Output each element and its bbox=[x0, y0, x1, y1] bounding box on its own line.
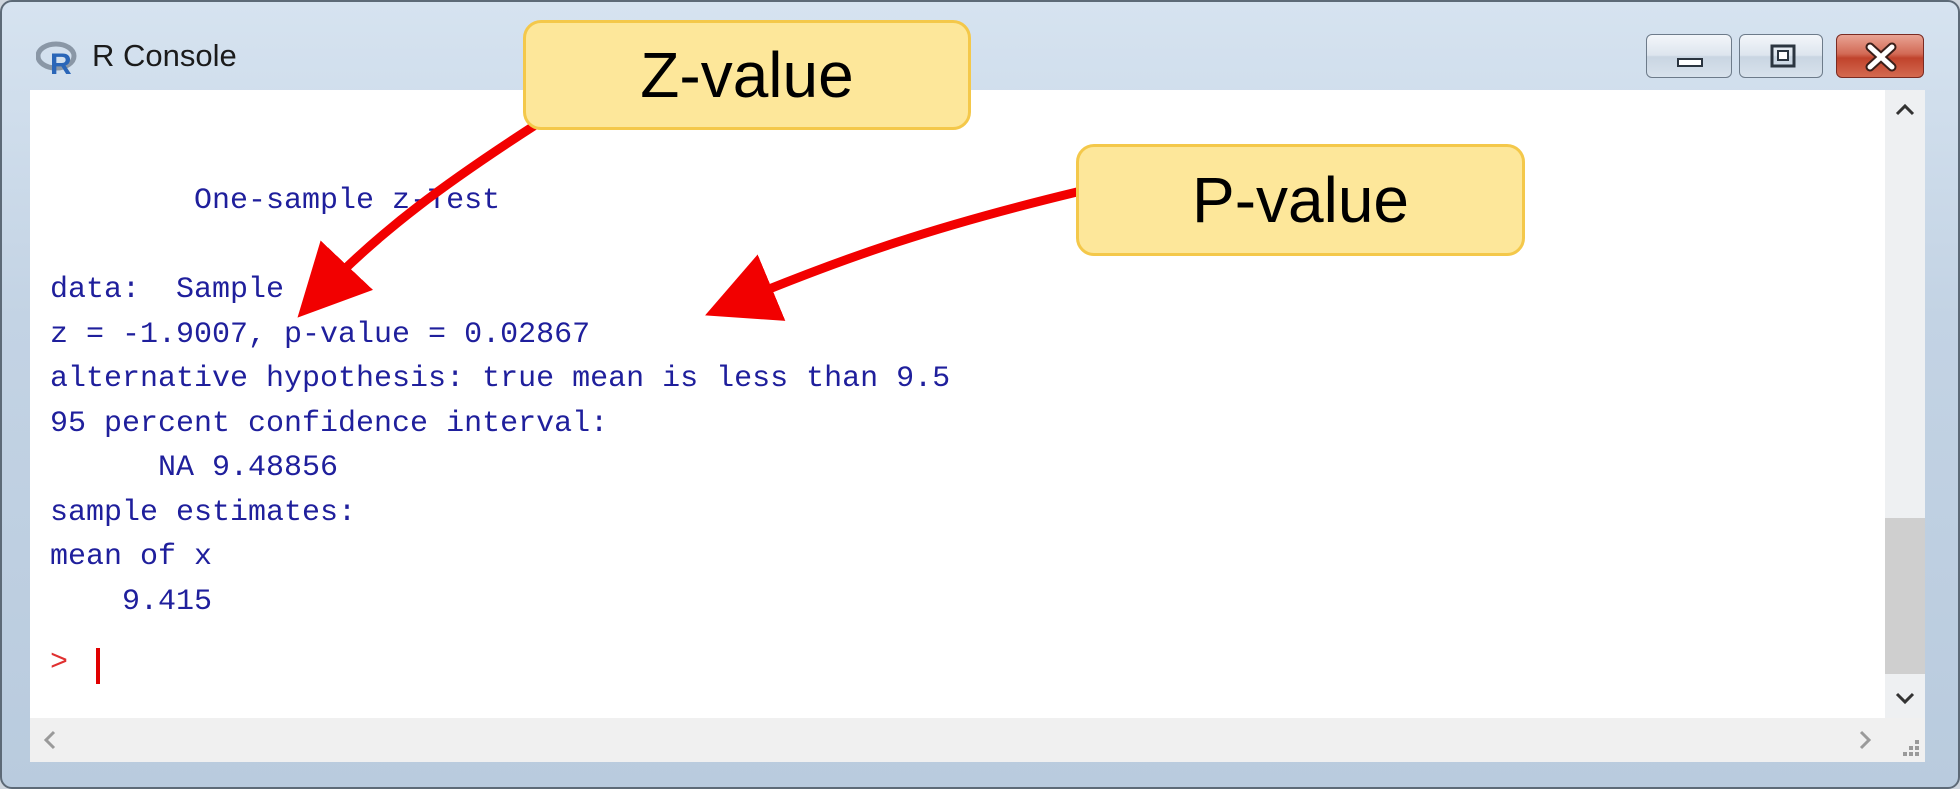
horizontal-scrollbar[interactable] bbox=[30, 718, 1925, 762]
console-output: One-sample z-Test data: Sample z = -1.90… bbox=[50, 90, 950, 624]
console-line-mean-label: mean of x bbox=[50, 540, 213, 574]
vertical-scrollbar[interactable] bbox=[1885, 90, 1925, 718]
text-cursor bbox=[96, 648, 100, 684]
close-icon bbox=[1865, 42, 1897, 72]
scrollbar-thumb[interactable] bbox=[1885, 518, 1925, 674]
console-line-z-p: z = -1.9007, p-value = 0.02867 bbox=[50, 317, 591, 352]
scroll-right-button[interactable] bbox=[1845, 718, 1885, 762]
console-line-alternative: alternative hypothesis: true mean is les… bbox=[50, 362, 951, 396]
r-logo-icon: R bbox=[35, 40, 78, 81]
r-console-window: R R Console One-sample z-Test data: Samp… bbox=[0, 0, 1960, 789]
window-title: R Console bbox=[92, 38, 237, 73]
console-output-area[interactable]: One-sample z-Test data: Sample z = -1.90… bbox=[30, 90, 1885, 718]
maximize-button[interactable] bbox=[1739, 34, 1823, 78]
close-button[interactable] bbox=[1836, 34, 1924, 78]
scroll-down-button[interactable] bbox=[1885, 678, 1925, 718]
console-line-data: data: Sample bbox=[50, 273, 285, 307]
p-value-callout: P-value bbox=[1076, 144, 1525, 256]
chevron-down-icon bbox=[1895, 692, 1915, 705]
minimize-icon bbox=[1677, 58, 1703, 67]
chevron-left-icon bbox=[43, 730, 56, 750]
scroll-up-button[interactable] bbox=[1885, 90, 1925, 130]
svg-text:R: R bbox=[50, 48, 72, 78]
resize-grip-icon[interactable] bbox=[1897, 734, 1921, 758]
chevron-up-icon bbox=[1895, 103, 1915, 116]
maximize-icon bbox=[1770, 44, 1796, 68]
console-line-ci-header: 95 percent confidence interval: bbox=[50, 406, 609, 441]
console-line-mean-value: 9.415 bbox=[50, 584, 213, 619]
console-line-ci: NA 9.48856 bbox=[50, 451, 339, 485]
chevron-right-icon bbox=[1859, 730, 1872, 750]
z-value-callout: Z-value bbox=[523, 20, 971, 130]
title-bar[interactable]: R R Console bbox=[2, 2, 1958, 90]
console-line-test-name: One-sample z-Test bbox=[50, 184, 501, 218]
minimize-button[interactable] bbox=[1646, 34, 1732, 78]
scroll-left-button[interactable] bbox=[30, 718, 70, 762]
console-prompt: > bbox=[50, 646, 69, 680]
console-line-estimates-header: sample estimates: bbox=[50, 495, 357, 530]
